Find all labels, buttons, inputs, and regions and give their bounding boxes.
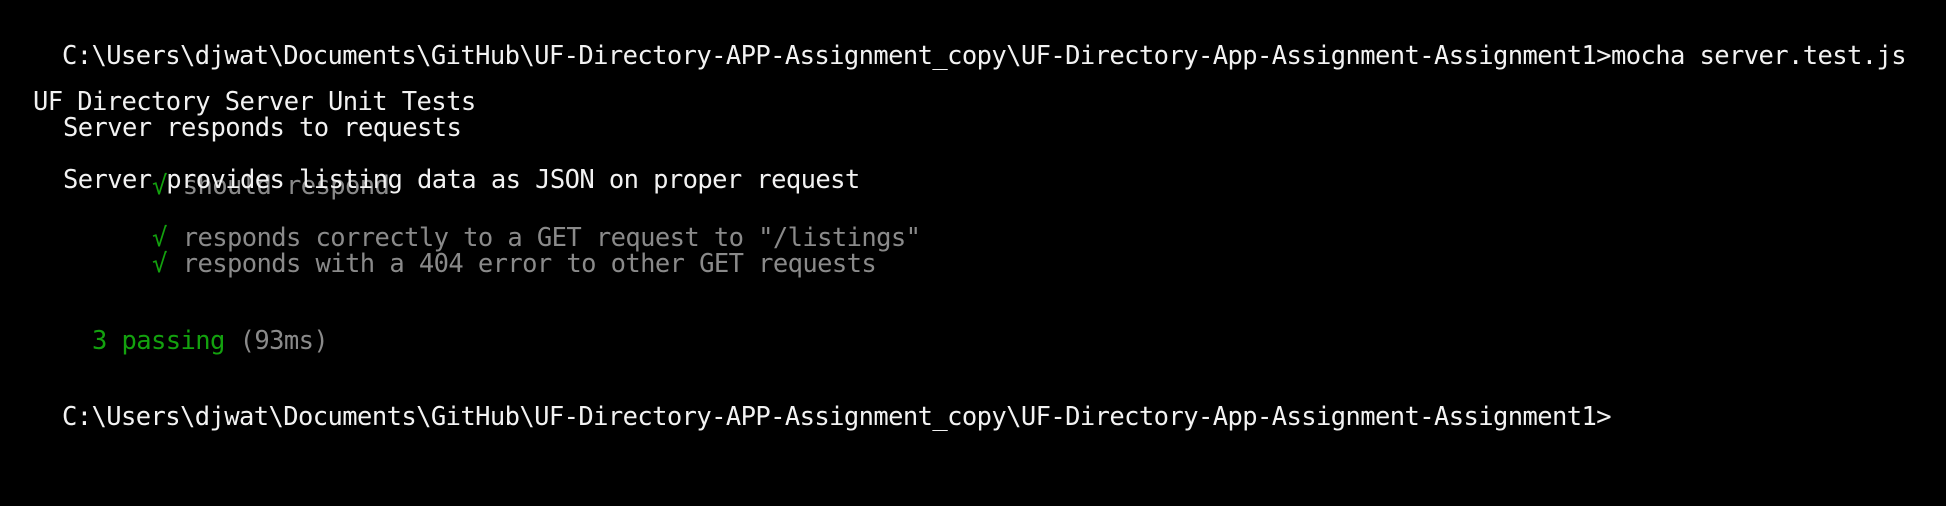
passing-count: 3 passing [92,326,225,356]
prompt-path: C:\Users\djwat\Documents\GitHub\UF-Direc… [62,402,1612,432]
prompt-line[interactable]: C:\Users\djwat\Documents\GitHub\UF-Direc… [3,369,1612,432]
test-duration: (93ms) [239,326,329,356]
test-name: responds with a 404 error to other GET r… [182,249,877,279]
terminal-window[interactable]: C:\Users\djwat\Documents\GitHub\UF-Direc… [0,0,1946,506]
command-text: mocha server.test.js [1611,41,1907,71]
command-line: C:\Users\djwat\Documents\GitHub\UF-Direc… [3,8,1907,71]
summary-line: 3 passing (93ms) [33,293,329,356]
test-result: √ responds with a 404 error to other GET … [93,216,877,279]
check-icon: √ [152,249,167,279]
prompt-path: C:\Users\djwat\Documents\GitHub\UF-Direc… [62,41,1612,71]
